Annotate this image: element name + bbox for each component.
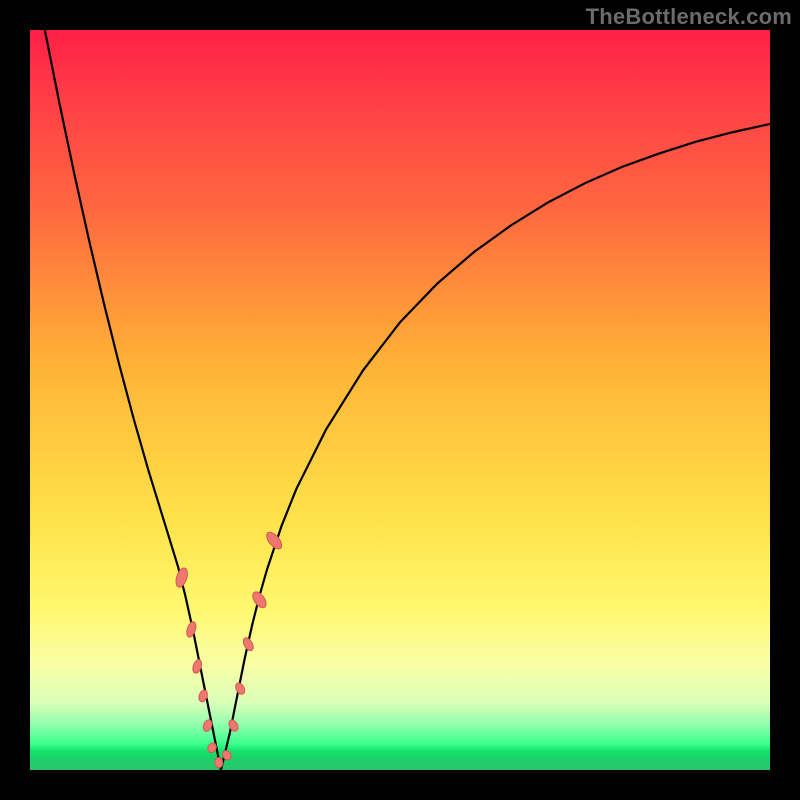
marker-9 xyxy=(234,681,247,695)
marker-1 xyxy=(185,621,198,639)
plot-area xyxy=(30,30,770,770)
series-right-branch xyxy=(221,124,770,770)
chart-svg xyxy=(30,30,770,770)
marker-11 xyxy=(250,590,269,610)
marker-0 xyxy=(174,567,190,589)
marker-8 xyxy=(227,718,240,732)
series-left-branch xyxy=(45,30,221,770)
watermark-label: TheBottleneck.com xyxy=(586,4,792,30)
chart-frame: TheBottleneck.com xyxy=(0,0,800,800)
marker-6 xyxy=(214,757,224,768)
marker-10 xyxy=(241,636,255,652)
series-group xyxy=(45,30,770,770)
